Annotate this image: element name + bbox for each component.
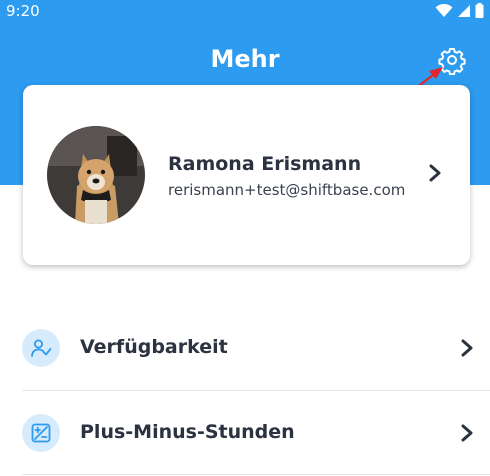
profile-name: Ramona Erismann [168, 153, 362, 175]
wifi-icon [435, 3, 453, 17]
battery-icon [475, 3, 484, 18]
status-time: 9:20 [6, 2, 40, 20]
status-icons [435, 3, 484, 18]
plus-minus-icon-badge [22, 414, 60, 452]
signal-icon [458, 4, 470, 17]
status-bar: 9:20 [0, 0, 490, 22]
chevron-right-icon [461, 424, 473, 442]
profile-card[interactable]: Ramona Erismann rerismann+test@shiftbase… [23, 85, 470, 265]
menu-item-label: Verfügbarkeit [80, 336, 228, 358]
menu-item-label: Plus-Minus-Stunden [80, 421, 295, 443]
dog-photo-icon [47, 126, 145, 224]
chevron-right-icon [461, 339, 473, 357]
avatar [47, 126, 145, 224]
plus-minus-icon [31, 423, 51, 443]
menu-item-verfuegbarkeit[interactable]: Verfügbarkeit [0, 306, 490, 390]
person-check-icon [31, 339, 52, 357]
profile-email: rerismann+test@shiftbase.com [168, 181, 406, 199]
menu-item-plus-minus-stunden[interactable]: Plus-Minus-Stunden [0, 391, 490, 475]
chevron-right-icon [429, 164, 441, 182]
divider [22, 474, 490, 475]
person-check-icon-badge [22, 329, 60, 367]
